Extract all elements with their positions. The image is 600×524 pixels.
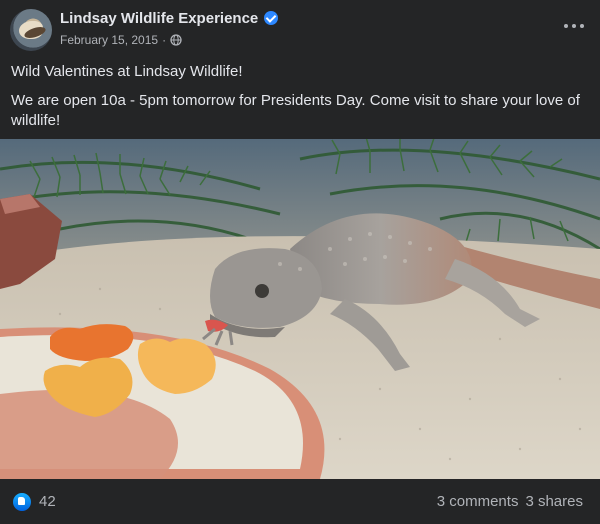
post-text-line-1: Wild Valentines at Lindsay Wildlife! bbox=[11, 63, 243, 80]
post-header: Lindsay Wildlife Experience February 15,… bbox=[0, 0, 600, 56]
comments-count[interactable]: 3 comments bbox=[437, 493, 519, 510]
like-count[interactable]: 42 bbox=[39, 493, 56, 510]
reactions-bar: 42 3 comments 3 shares bbox=[0, 479, 600, 524]
verified-badge-icon bbox=[264, 11, 279, 25]
post-photo[interactable] bbox=[0, 139, 600, 479]
post-text-line-2: We are open 10a - 5pm tomorrow for Presi… bbox=[11, 92, 580, 129]
meta-separator: · bbox=[162, 33, 167, 47]
like-reaction-icon[interactable] bbox=[13, 493, 31, 511]
post-message: Wild Valentines at Lindsay Wildlife! We … bbox=[11, 62, 591, 140]
post-meta: February 15, 2015 · bbox=[60, 33, 182, 47]
globe-icon[interactable] bbox=[170, 34, 182, 46]
engagement-counts: 3 comments 3 shares bbox=[437, 493, 583, 510]
page-name[interactable]: Lindsay Wildlife Experience bbox=[60, 10, 258, 27]
shares-count[interactable]: 3 shares bbox=[525, 493, 583, 510]
page-avatar[interactable] bbox=[10, 9, 52, 51]
more-options-icon[interactable] bbox=[564, 16, 584, 36]
page-name-link[interactable]: Lindsay Wildlife Experience bbox=[60, 10, 279, 27]
post-date[interactable]: February 15, 2015 bbox=[60, 33, 158, 47]
lizard-eye bbox=[255, 284, 269, 298]
